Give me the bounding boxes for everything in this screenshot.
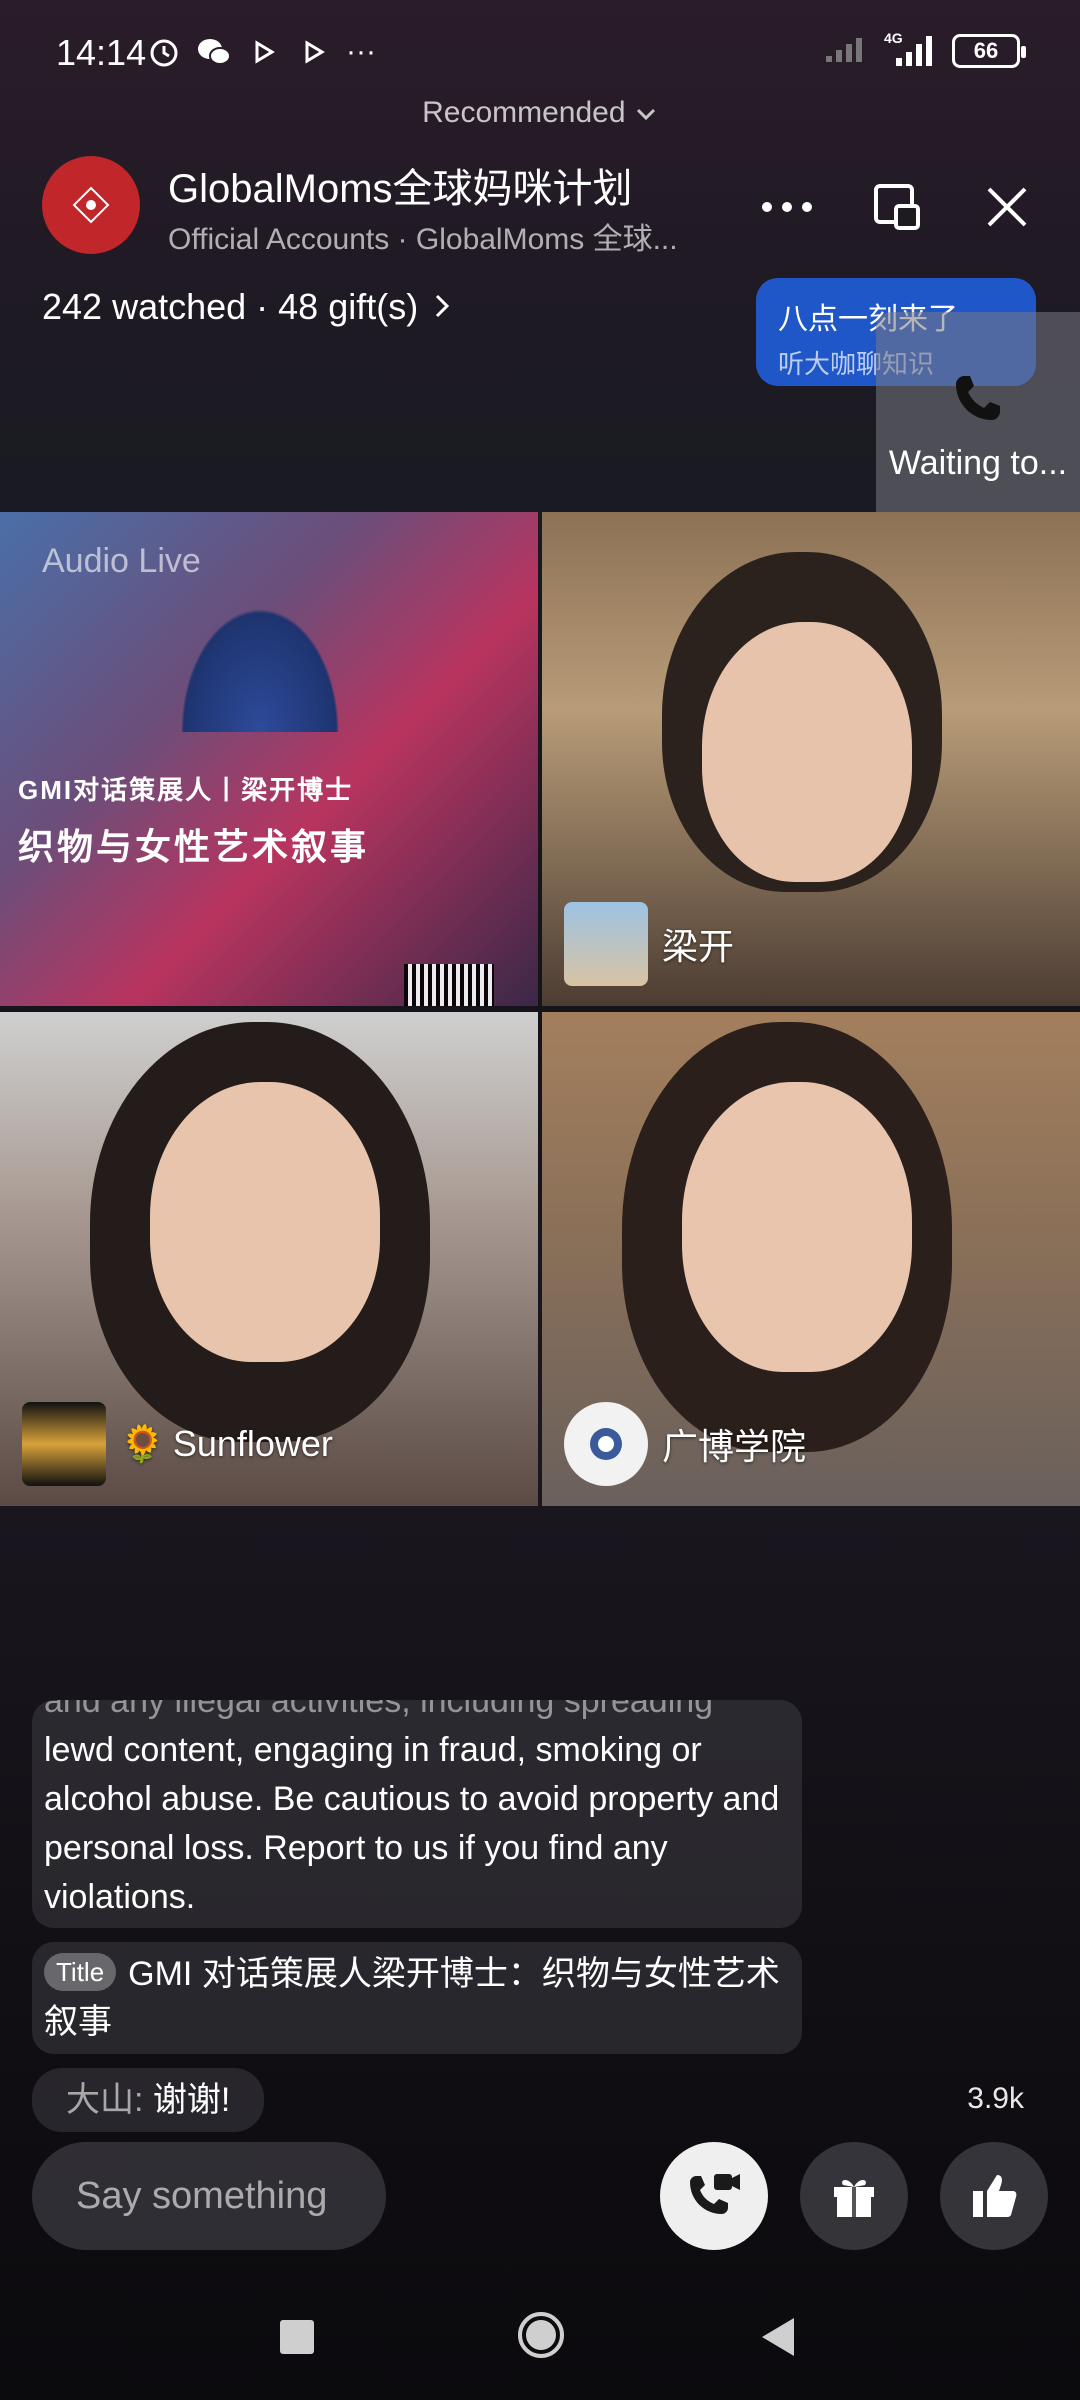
speaker-name: Sunflower (172, 1423, 333, 1464)
stats-text: 242 watched · 48 gift(s) (42, 286, 419, 327)
wechat-icon (196, 34, 232, 70)
more-icon (762, 202, 812, 212)
account-name[interactable]: GlobalMoms全球妈咪计划 (168, 156, 633, 214)
poster-title: GMI对话策展人丨梁开博士 (18, 775, 354, 805)
play-icon (246, 34, 282, 70)
phone-video-icon (690, 2174, 740, 2214)
video-tile-speaker[interactable]: 广博学院 (542, 1012, 1080, 1506)
video-tile-speaker[interactable]: 梁开 (542, 512, 1080, 1006)
battery-level: 66 (973, 37, 999, 63)
play-icon (296, 34, 332, 70)
speaker-label: 梁开 (564, 902, 734, 986)
live-stats[interactable]: 242 watched · 48 gift(s) (42, 286, 450, 328)
speaker-label: 🌻 Sunflower (22, 1402, 333, 1486)
recommended-dropdown[interactable]: Recommended (0, 96, 1080, 130)
home-button[interactable] (518, 2312, 564, 2358)
title-badge: Title (44, 1953, 117, 1991)
battery-indicator: 66 (952, 33, 1026, 68)
recommended-label: Recommended (422, 96, 626, 129)
system-notice: and any illegal activities, including sp… (32, 1700, 802, 1928)
comment-input[interactable]: Say something (32, 2142, 386, 2250)
close-icon (987, 187, 1027, 227)
status-system-icons: 4G 66 (824, 30, 1026, 69)
notice-text: lewd content, engaging in fraud, smoking… (44, 1731, 780, 1916)
chevron-down-icon (634, 96, 658, 129)
like-count: 3.9k (967, 2082, 1024, 2115)
video-grid: Audio Live GMI对话策展人丨梁开博士 织物与女性艺术叙事 梁开 🌻 … (0, 512, 1080, 1506)
video-tile-speaker[interactable]: 🌻 Sunflower (0, 1012, 538, 1506)
speaker-avatar (564, 1402, 648, 1486)
recents-button[interactable] (280, 2320, 314, 2354)
minimize-window-button[interactable] (862, 172, 932, 242)
call-waiting-float[interactable]: Waiting to... (876, 312, 1080, 540)
chat-message: 大山: 谢谢! (32, 2068, 265, 2132)
live-header: GlobalMoms全球妈咪计划 Official Accounts · Glo… (42, 152, 1042, 262)
speaker-face (682, 1082, 912, 1372)
thumbs-up-icon (973, 2175, 1017, 2217)
speaker-face (150, 1082, 380, 1362)
comment-placeholder: Say something (76, 2174, 328, 2217)
account-avatar[interactable] (42, 156, 140, 254)
status-notification-icons: ··· (146, 34, 376, 70)
video-tile-host-poster[interactable]: Audio Live GMI对话策展人丨梁开博士 织物与女性艺术叙事 (0, 512, 538, 1006)
chat-username[interactable]: 大山: (66, 2081, 143, 2119)
signal-weak-icon (824, 32, 870, 69)
college-logo-icon (590, 1428, 622, 1460)
like-button[interactable] (940, 2142, 1048, 2250)
waiting-label: Waiting to... (888, 443, 1068, 482)
poster-subtitle: 织物与女性艺术叙事 (18, 826, 370, 867)
account-subtitle: Official Accounts · GlobalMoms 全球... (168, 223, 678, 256)
close-button[interactable] (972, 172, 1042, 242)
poster-dome-image (170, 592, 350, 732)
title-text: GMI 对话策展人梁开博士：织物与女性艺术叙事 (44, 1955, 780, 2041)
status-bar: 14:14 ··· 4G 66 (0, 0, 1080, 110)
audio-live-label: Audio Live (42, 542, 201, 580)
phone-icon (956, 375, 1000, 420)
status-time: 14:14 (56, 32, 147, 73)
signal-4g-icon: 4G (884, 30, 938, 68)
chevron-right-icon (434, 289, 450, 327)
title-message: Title GMI 对话策展人梁开博士：织物与女性艺术叙事 (32, 1942, 802, 2054)
chat-panel[interactable]: and any illegal activities, including sp… (32, 1700, 802, 2132)
system-nav-bar (0, 2290, 1080, 2400)
home-icon (526, 2320, 556, 2350)
gift-icon (834, 2180, 874, 2217)
speaker-name: 广博学院 (662, 1426, 807, 1467)
globalmoms-logo-icon (72, 186, 110, 224)
join-call-button[interactable] (660, 2142, 768, 2250)
speaker-avatar (22, 1402, 106, 1486)
speaker-name: 梁开 (662, 926, 735, 967)
alarm-icon (146, 34, 182, 70)
speaker-emoji: 🌻 (120, 1423, 165, 1464)
more-notifications-icon: ··· (346, 35, 376, 68)
speaker-face (702, 622, 912, 882)
gift-button[interactable] (800, 2142, 908, 2250)
floating-window-icon (874, 184, 920, 230)
speaker-label: 广博学院 (564, 1402, 806, 1486)
qr-code (404, 964, 494, 1006)
chat-text: 谢谢! (143, 2081, 231, 2119)
back-button[interactable] (762, 2318, 794, 2356)
notice-partial-text: and any illegal activities, including sp… (44, 1700, 714, 1720)
speaker-avatar (564, 902, 648, 986)
more-button[interactable] (752, 172, 822, 242)
